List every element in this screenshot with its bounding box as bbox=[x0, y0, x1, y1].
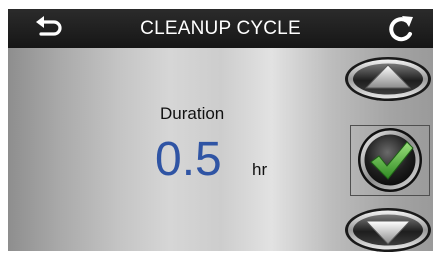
arrow-up-icon bbox=[345, 57, 431, 101]
page-title: CLEANUP CYCLE bbox=[140, 18, 301, 39]
arrow-down-icon bbox=[345, 208, 431, 252]
back-button[interactable] bbox=[30, 13, 66, 43]
refresh-button[interactable] bbox=[385, 13, 419, 45]
increase-button[interactable] bbox=[344, 56, 432, 102]
decrease-button[interactable] bbox=[344, 207, 432, 253]
refresh-icon bbox=[389, 16, 413, 42]
checkmark-icon bbox=[358, 128, 422, 192]
duration-unit: hr bbox=[252, 160, 268, 179]
back-arrow-icon bbox=[36, 16, 62, 36]
duration-value: 0.5 bbox=[155, 133, 222, 186]
confirm-button[interactable] bbox=[350, 125, 430, 196]
duration-label: Duration bbox=[160, 104, 225, 123]
title-bar: CLEANUP CYCLE bbox=[8, 9, 433, 48]
screen-frame: CLEANUP CYCLE Duration 0.5 hr bbox=[0, 0, 441, 259]
